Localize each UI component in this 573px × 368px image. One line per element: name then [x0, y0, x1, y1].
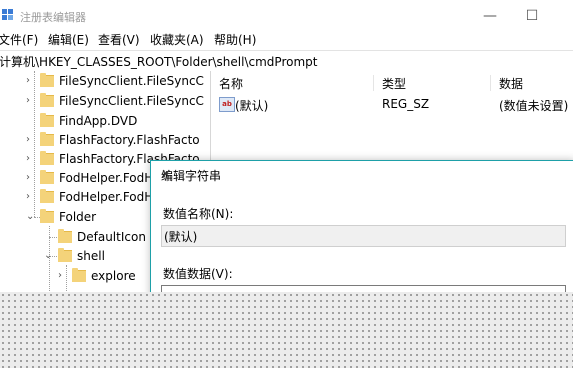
value-name-field[interactable]: (默认): [161, 225, 566, 247]
tree-item-label: FileSyncClient.FileSyncC: [59, 93, 204, 108]
collapse-arrow-icon[interactable]: ⌄: [44, 250, 54, 261]
expand-arrow-icon[interactable]: ›: [26, 153, 36, 164]
tree-item-label: shell: [77, 248, 105, 263]
minimize-button[interactable]: —: [470, 5, 510, 27]
tree-item-label: FlashFactory.FlashFacto: [59, 132, 200, 147]
address-path[interactable]: 计算机\HKEY_CLASSES_ROOT\Folder\shell\cmdPr…: [0, 53, 317, 70]
menu-view[interactable]: 查看(V): [98, 31, 140, 48]
folder-icon: [40, 112, 54, 127]
folder-icon: [40, 169, 54, 184]
expand-arrow-icon[interactable]: ›: [26, 191, 36, 202]
folder-icon: [40, 188, 54, 203]
tree-item-folder[interactable]: ⌄ Folder: [26, 207, 96, 226]
value-name[interactable]: (默认): [235, 97, 268, 114]
expand-arrow-icon[interactable]: ›: [26, 75, 36, 86]
column-header-data[interactable]: 数据: [499, 75, 523, 92]
column-header-name[interactable]: 名称: [219, 75, 243, 92]
tree-item[interactable]: › FodHelper.FodH: [26, 168, 153, 187]
dotted-overlay: [0, 292, 573, 368]
string-value-icon: ab: [219, 97, 235, 112]
tree-item-explore[interactable]: › explore: [58, 266, 136, 285]
expand-arrow-icon[interactable]: ›: [58, 270, 68, 281]
tree-item[interactable]: › FileSyncClient.FileSyncC: [26, 91, 204, 110]
tree-item-defaulticon[interactable]: DefaultIcon: [58, 227, 146, 246]
title-bar: 注册表编辑器 — ☐: [0, 5, 573, 27]
maximize-button[interactable]: ☐: [512, 5, 552, 27]
menu-help[interactable]: 帮助(H): [214, 31, 256, 48]
value-name-label: 数值名称(N):: [163, 207, 234, 221]
expand-arrow-icon[interactable]: ›: [26, 172, 36, 183]
expand-arrow-icon: [26, 116, 36, 126]
folder-icon: [40, 131, 54, 146]
folder-icon: [72, 267, 86, 282]
expand-arrow-icon[interactable]: ›: [26, 134, 36, 145]
folder-icon: [40, 72, 54, 87]
value-data-label: 数值数据(V):: [163, 267, 233, 281]
folder-icon: [40, 92, 54, 107]
value-data: (数值未设置): [499, 99, 569, 113]
expand-arrow-icon[interactable]: ›: [26, 95, 36, 106]
folder-icon: [40, 150, 54, 165]
tree-item[interactable]: FindApp.DVD: [26, 111, 137, 130]
tree-item[interactable]: › FodHelper.FodH: [26, 187, 153, 206]
value-type: REG_SZ: [382, 97, 430, 111]
tree-item-label: FodHelper.FodH: [59, 189, 154, 204]
collapse-arrow-icon[interactable]: ⌄: [26, 211, 36, 222]
tree-item[interactable]: › FlashFactory.FlashFacto: [26, 130, 200, 149]
tree-item[interactable]: › FileSyncClient.FileSyncC: [26, 71, 204, 90]
tree-item-label: FindApp.DVD: [59, 113, 138, 128]
tree-item-label: Folder: [59, 209, 97, 224]
tree-item-shell[interactable]: ⌄ shell: [44, 246, 105, 265]
tree-item-label: FileSyncClient.FileSyncC: [59, 73, 204, 88]
menu-bar: 文件(F) 编辑(E) 查看(V) 收藏夹(A) 帮助(H): [0, 29, 573, 49]
tree-item-label: explore: [91, 268, 136, 283]
registry-app-icon: [2, 9, 13, 20]
tree-item-label: FodHelper.FodH: [59, 170, 154, 185]
edit-string-dialog: 编辑字符串 ✕ 数值名称(N): (默认) 数值数据(V):: [150, 160, 573, 307]
column-header-type[interactable]: 类型: [382, 75, 406, 92]
folder-icon: [58, 247, 72, 262]
menu-edit[interactable]: 编辑(E): [48, 31, 89, 48]
tree-item-label: DefaultIcon: [77, 229, 146, 244]
dialog-title-bar: 编辑字符串 ✕: [151, 161, 573, 187]
address-bar[interactable]: 计算机\HKEY_CLASSES_ROOT\Folder\shell\cmdPr…: [0, 50, 573, 72]
close-icon[interactable]: ✕: [161, 167, 566, 181]
folder-icon: [58, 228, 72, 243]
menu-file[interactable]: 文件(F): [0, 31, 38, 48]
window-title: 注册表编辑器: [20, 11, 86, 24]
menu-favorites[interactable]: 收藏夹(A): [150, 31, 204, 48]
folder-icon: [40, 208, 54, 223]
